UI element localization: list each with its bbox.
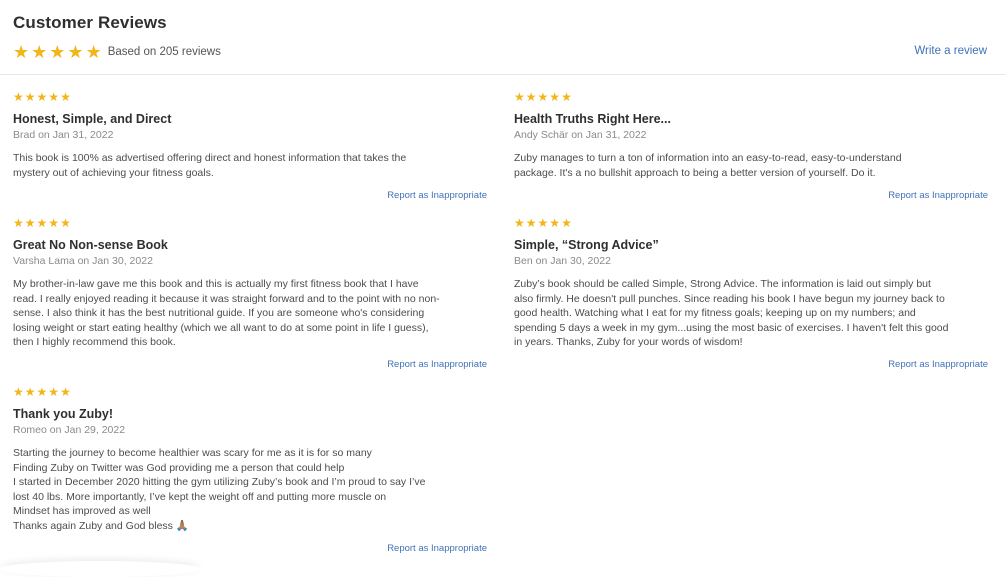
reviews-header: Customer Reviews ★ ★ ★ ★ ★ Based on 205 … xyxy=(0,0,1005,75)
review-card: ★ ★ ★ ★ ★ Health Truths Right Here... Andy S… xyxy=(514,91,988,203)
page-title: Customer Reviews xyxy=(13,13,167,32)
review-body: Starting the journey to become healthier… xyxy=(13,446,487,533)
review-title: Honest, Simple, and Direct xyxy=(13,112,172,126)
star-icon: ★ xyxy=(24,90,36,104)
write-review-link[interactable]: Write a review xyxy=(914,45,987,57)
report-inappropriate-link[interactable]: Report as Inappropriate xyxy=(387,190,487,201)
star-icon: ★ xyxy=(13,216,24,230)
review-body: This book is 100% as advertised offering… xyxy=(13,151,487,180)
star-icon: ★ xyxy=(36,216,48,230)
star-icon: ★ xyxy=(525,90,537,104)
star-icon: ★ xyxy=(514,216,525,230)
review-title: Health Truths Right Here... xyxy=(514,112,671,126)
review-title: Great No Non-sense Book xyxy=(13,238,168,252)
star-icon: ★ xyxy=(85,42,102,62)
review-body-line: Zuby’s book should be called Simple, Str… xyxy=(514,278,931,290)
star-icon: ★ xyxy=(549,90,561,104)
review-rating-stars: ★ ★ ★ ★ ★ xyxy=(13,386,487,398)
star-icon: ★ xyxy=(525,216,537,230)
review-rating-stars: ★ ★ ★ ★ ★ xyxy=(13,91,487,103)
review-body-line: package. It's a no bullshit approach to … xyxy=(514,166,876,179)
review-body-line: then I highly recommend this book. xyxy=(13,336,176,348)
review-body: My brother-in-law gave me this book and … xyxy=(13,277,487,350)
review-body-line: in years. Thanks, Zuby for your words of… xyxy=(514,336,743,348)
review-body-line: read. I really enjoyed reading it becaus… xyxy=(13,292,440,305)
star-icon: ★ xyxy=(36,385,48,399)
review-body-line: lost 40 lbs. More importantly, I’ve kept… xyxy=(13,490,387,503)
review-author-date: Varsha Lama on Jan 30, 2022 xyxy=(13,255,153,267)
review-body-line: losing weight or start eating healthy (w… xyxy=(13,321,429,334)
review-title: Simple, “Strong Advice” xyxy=(514,238,659,252)
star-icon: ★ xyxy=(48,90,60,104)
floating-widget-edge xyxy=(0,561,200,577)
report-inappropriate-link[interactable]: Report as Inappropriate xyxy=(387,359,487,370)
star-icon: ★ xyxy=(537,90,549,104)
star-icon: ★ xyxy=(561,90,572,104)
review-body-line: Starting the journey to become healthier… xyxy=(13,447,372,459)
review-card: ★ ★ ★ ★ ★ Great No Non-sense Book Varsha Lam… xyxy=(13,217,487,372)
review-author-date: Andy Schär on Jan 31, 2022 xyxy=(514,129,647,141)
review-body-line: Zuby manages to turn a ton of informatio… xyxy=(514,152,902,164)
star-icon: ★ xyxy=(24,385,36,399)
star-icon: ★ xyxy=(48,385,60,399)
review-card: ★ ★ ★ ★ ★ Simple, “Strong Advice” Ben on Jan… xyxy=(514,217,988,372)
review-body-line: spending 5 days a week in my gym...using… xyxy=(514,321,949,334)
review-body: Zuby manages to turn a ton of informatio… xyxy=(514,151,988,180)
review-title: Thank you Zuby! xyxy=(13,407,113,421)
review-body-line: This book is 100% as advertised offering… xyxy=(13,152,407,164)
review-rating-stars: ★ ★ ★ ★ ★ xyxy=(13,217,487,229)
review-author-date: Romeo on Jan 29, 2022 xyxy=(13,424,126,436)
report-inappropriate-link[interactable]: Report as Inappropriate xyxy=(387,543,487,554)
star-icon: ★ xyxy=(24,216,36,230)
review-body-line: Mindset has improved as well xyxy=(13,505,151,517)
review-body-line: also firmly. He doesn't pull punches. Si… xyxy=(514,292,945,305)
report-inappropriate-link[interactable]: Report as Inappropriate xyxy=(888,359,988,370)
star-icon: ★ xyxy=(537,216,549,230)
star-icon: ★ xyxy=(13,385,24,399)
star-icon: ★ xyxy=(60,385,71,399)
review-body-line: Finding Zuby on Twitter was God providin… xyxy=(13,461,345,474)
report-inappropriate-link[interactable]: Report as Inappropriate xyxy=(888,190,988,201)
review-body-line: sense. I also think it has the best nutr… xyxy=(13,307,425,319)
star-icon: ★ xyxy=(67,42,84,62)
review-card: ★ ★ ★ ★ ★ Thank you Zuby! Romeo on Jan 29, 2… xyxy=(13,386,487,556)
rating-summary: ★ ★ ★ ★ ★ Based on 205 reviews xyxy=(13,43,221,61)
star-icon: ★ xyxy=(549,216,561,230)
star-icon: ★ xyxy=(561,216,572,230)
star-icon: ★ xyxy=(31,42,48,62)
star-icon: ★ xyxy=(49,42,66,62)
star-icon: ★ xyxy=(60,90,71,104)
star-icon: ★ xyxy=(36,90,48,104)
star-icon: ★ xyxy=(60,216,71,230)
star-icon: ★ xyxy=(13,42,30,62)
review-rating-stars: ★ ★ ★ ★ ★ xyxy=(514,91,988,103)
review-author-date: Ben on Jan 30, 2022 xyxy=(514,255,611,267)
review-body-line: good health. Watching what I eat for my … xyxy=(514,307,916,319)
review-body-line: Thanks again Zuby and God bless 🙏🏽 xyxy=(13,519,189,532)
review-card: ★ ★ ★ ★ ★ Honest, Simple, and Direct Brad on… xyxy=(13,91,487,203)
star-icon: ★ xyxy=(48,216,60,230)
overall-rating-stars: ★ ★ ★ ★ ★ xyxy=(13,43,102,61)
review-rating-stars: ★ ★ ★ ★ ★ xyxy=(514,217,988,229)
review-author-date: Brad on Jan 31, 2022 xyxy=(13,129,114,141)
review-body-line: My brother-in-law gave me this book and … xyxy=(13,278,419,290)
review-body-line: I started in December 2020 hitting the g… xyxy=(13,476,426,488)
review-count: Based on 205 reviews xyxy=(107,46,221,58)
review-body-line: mystery out of achieving your fitness go… xyxy=(13,166,214,179)
star-icon: ★ xyxy=(13,90,24,104)
review-body: Zuby’s book should be called Simple, Str… xyxy=(514,277,988,350)
star-icon: ★ xyxy=(514,90,525,104)
